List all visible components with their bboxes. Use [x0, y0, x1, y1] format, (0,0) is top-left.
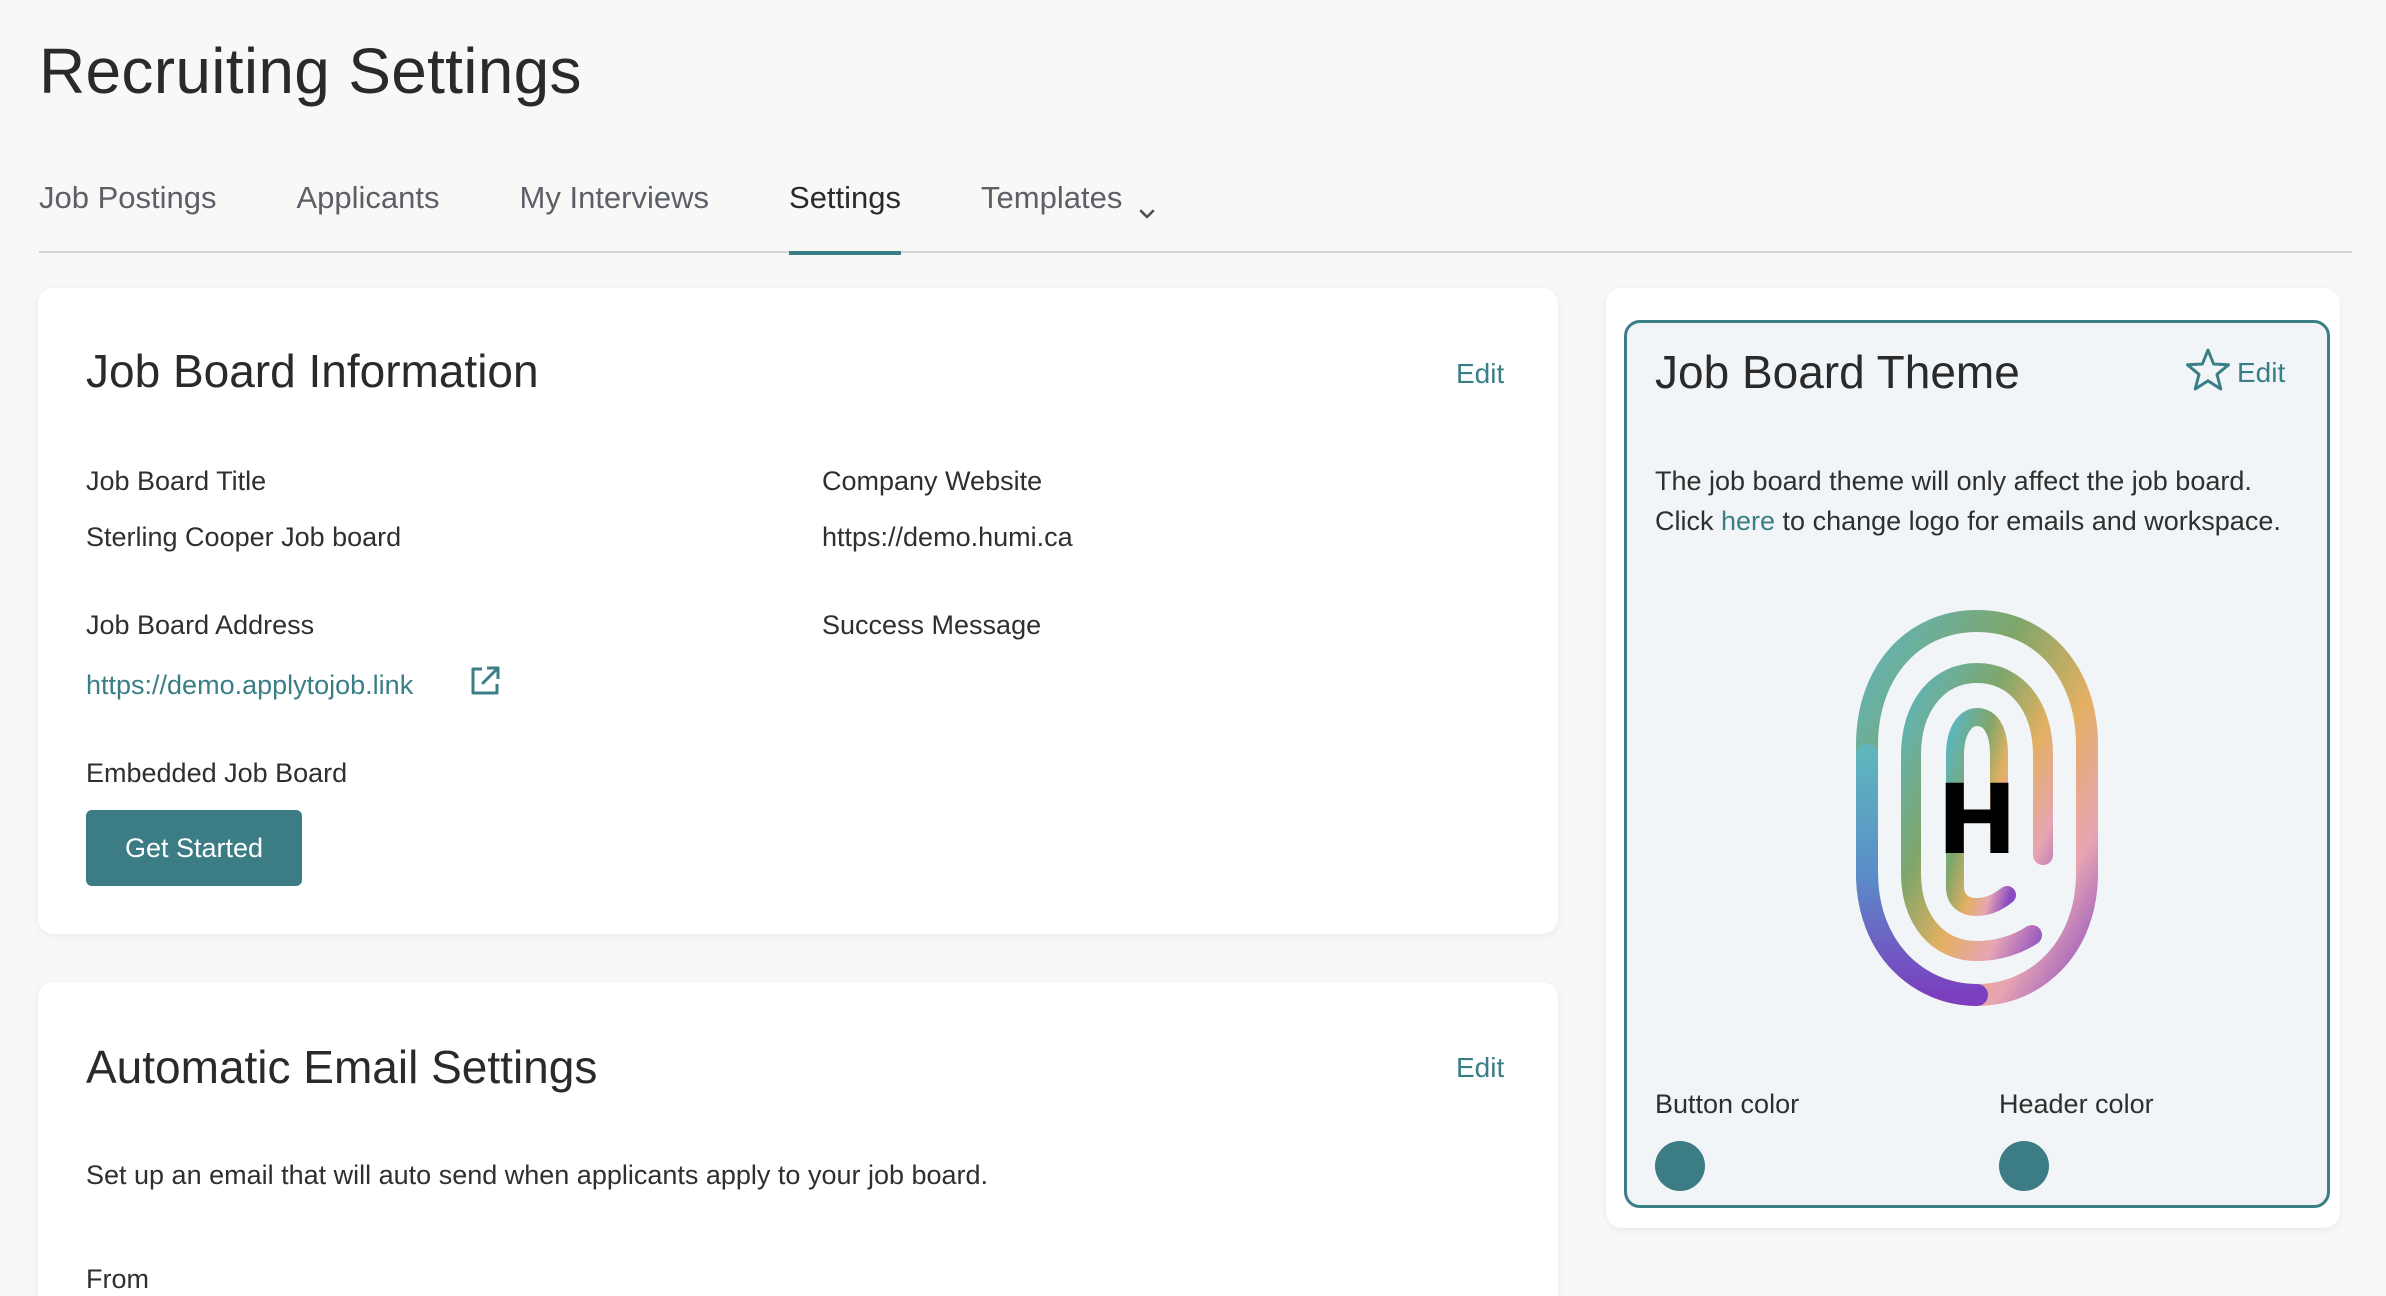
from-label: From: [86, 1264, 149, 1294]
theme-description: The job board theme will only affect the…: [1655, 461, 2295, 541]
chevron-down-icon: [1138, 192, 1156, 228]
page-title: Recruiting Settings: [39, 35, 582, 107]
job-board-address-label: Job Board Address: [86, 610, 315, 640]
card-heading: Automatic Email Settings: [86, 1041, 598, 1093]
logo-letter: H: [1937, 764, 2017, 876]
email-settings-description: Set up an email that will auto send when…: [86, 1160, 989, 1190]
tab-label: Settings: [789, 180, 902, 215]
edit-email-settings-link[interactable]: Edit: [1456, 1052, 1504, 1084]
tab-label: Templates: [981, 180, 1123, 215]
tab-templates[interactable]: Templates: [981, 170, 1156, 253]
automatic-email-settings-card: Automatic Email Settings Edit Set up an …: [38, 982, 1558, 1296]
tab-job-postings[interactable]: Job Postings: [39, 170, 217, 253]
card-heading: Job Board Theme: [1655, 346, 2020, 398]
get-started-button[interactable]: Get Started: [86, 810, 302, 886]
job-board-title-label: Job Board Title: [86, 466, 267, 496]
edit-theme-link[interactable]: Edit: [2237, 357, 2285, 389]
job-board-theme-card: Job Board Theme Edit The job board theme…: [1606, 288, 2340, 1228]
tab-label: Job Postings: [39, 180, 217, 215]
edit-job-board-info-link[interactable]: Edit: [1456, 358, 1504, 390]
company-logo: H: [1827, 605, 2127, 1015]
tab-applicants[interactable]: Applicants: [297, 170, 440, 253]
tab-bar: Job Postings Applicants My Interviews Se…: [39, 170, 2352, 255]
tab-settings[interactable]: Settings: [789, 170, 902, 255]
job-board-title-value: Sterling Cooper Job board: [86, 522, 402, 552]
star-icon[interactable]: [2185, 347, 2231, 398]
tab-label: My Interviews: [519, 180, 710, 215]
button-color-swatch[interactable]: [1655, 1141, 1705, 1191]
job-board-address-link[interactable]: https://demo.applytojob.link: [86, 670, 413, 701]
button-color-label: Button color: [1655, 1089, 1800, 1119]
header-color-label: Header color: [1999, 1089, 2154, 1119]
embedded-job-board-label: Embedded Job Board: [86, 758, 348, 788]
external-link-icon[interactable]: [468, 664, 502, 703]
card-heading: Job Board Information: [86, 345, 539, 397]
header-color-swatch[interactable]: [1999, 1141, 2049, 1191]
page: Recruiting Settings Job Postings Applica…: [0, 0, 2386, 1296]
company-website-label: Company Website: [822, 466, 1043, 496]
tab-my-interviews[interactable]: My Interviews: [520, 170, 709, 253]
tab-label: Applicants: [296, 180, 440, 215]
success-message-label: Success Message: [822, 610, 1042, 640]
change-logo-link[interactable]: here: [1721, 506, 1775, 536]
theme-desc-text: to change logo for emails and workspace.: [1775, 506, 2281, 536]
job-board-information-card: Job Board Information Edit Job Board Tit…: [38, 288, 1558, 934]
company-website-value: https://demo.humi.ca: [822, 522, 1073, 552]
theme-preview-panel[interactable]: Job Board Theme Edit The job board theme…: [1624, 320, 2330, 1208]
